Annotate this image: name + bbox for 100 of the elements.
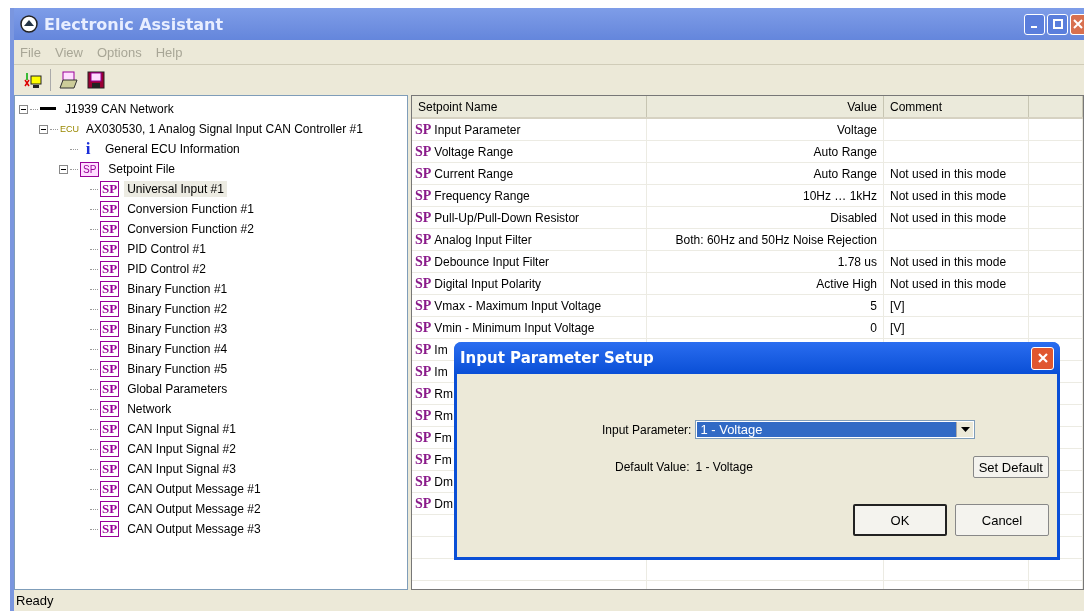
table-cell: Vmin - Minimum Input Voltage [434,320,595,335]
tree-item[interactable]: CAN Output Message #3 [124,521,264,537]
setpoint-icon: SP [100,501,120,517]
setpoint-icon: SP [415,121,432,138]
table-cell: 5 [870,298,877,313]
table-cell: Not used in this mode [890,166,1007,181]
save-disk-icon[interactable] [85,69,107,91]
setpoint-icon: SP [415,407,432,424]
field-label: Input Parameter: [602,422,692,437]
minimize-button[interactable] [1024,13,1045,35]
close-button[interactable] [1031,346,1054,370]
app-logo-icon [20,15,38,33]
input-parameter-dropdown[interactable]: 1 - Voltage [695,420,976,439]
table-cell: Fm [434,430,452,445]
window-title: Electronic Assistant [44,14,224,34]
setpoint-icon: SP [100,421,120,437]
table-cell: Dm [434,496,453,511]
table-cell: Not used in this mode [890,276,1007,291]
collapse-toggle[interactable] [39,124,48,134]
tree-item[interactable]: Binary Function #1 [124,281,231,297]
table-cell: Rm [434,386,453,401]
tree-item[interactable]: PID Control #1 [124,241,209,257]
setpoint-icon: SP [415,143,432,160]
close-icon[interactable] [1036,352,1049,364]
setpoint-file-icon: SP [80,161,100,177]
table-cell: Auto Range [813,166,877,181]
tree-item[interactable]: Setpoint File [105,161,179,177]
table-cell: Input Parameter [434,122,521,137]
cancel-button[interactable]: Cancel [955,504,1049,536]
setpoint-icon: SP [100,441,120,457]
setpoint-icon: SP [415,451,432,468]
setpoint-icon: SP [100,401,120,417]
tree-item[interactable]: CAN Input Signal #3 [124,461,239,477]
default-value-label: Default Value: [615,460,690,474]
close-button[interactable] [1070,13,1084,35]
setpoint-icon: SP [415,495,432,512]
table-cell: 10Hz … 1kHz [802,188,877,203]
column-header[interactable]: Setpoint Name [412,96,647,117]
close-icon[interactable] [1072,19,1083,29]
maximize-button[interactable] [1047,13,1068,35]
maximize-icon[interactable] [1052,19,1063,29]
table-cell: [V] [890,320,905,335]
setpoint-icon: SP [100,381,120,397]
set-default-button[interactable]: Set Default [972,456,1049,478]
collapse-toggle[interactable] [59,164,68,174]
tree-item[interactable]: AX030530, 1 Analog Signal Input CAN Controller #1 [83,121,366,137]
tree-item[interactable]: CAN Input Signal #1 [124,421,239,437]
setpoint-icon: SP [100,281,120,297]
tree-item[interactable]: Conversion Function #2 [124,221,257,237]
setpoint-icon: SP [415,473,432,490]
tree-item[interactable]: CAN Output Message #2 [124,501,264,517]
table-cell: [V] [890,298,905,313]
setpoint-icon: SP [415,253,432,270]
column-header[interactable]: Comment [884,96,1029,117]
tree-item[interactable]: Global Parameters [124,381,231,397]
tree-item[interactable]: Conversion Function #1 [124,201,257,217]
table-cell: Dm [434,474,453,489]
setpoint-icon: SP [415,341,432,358]
tree-item[interactable]: J1939 CAN Network [62,101,177,117]
setpoint-icon: SP [415,209,432,226]
collapse-toggle[interactable] [19,104,28,114]
table-cell: Both: 60Hz and 50Hz Noise Rejection [675,232,877,247]
table-cell: 1.78 us [837,254,877,269]
setpoint-icon: SP [415,187,432,204]
setpoint-icon: SP [100,181,120,197]
ecu-icon: ECU [60,124,79,134]
tree-item[interactable]: Binary Function #3 [124,321,231,337]
tree-item[interactable]: General ECU Information [102,141,243,157]
table-cell: Not used in this mode [890,254,1007,269]
column-header[interactable]: Value [647,96,884,117]
table-cell: Voltage [836,122,877,137]
tree-item[interactable]: CAN Input Signal #2 [124,441,239,457]
tree-item[interactable]: PID Control #2 [124,261,209,277]
setpoint-icon: SP [415,429,432,446]
tree-item[interactable]: Universal Input #1 [124,181,227,197]
tree-item[interactable]: Binary Function #2 [124,301,231,317]
setpoint-icon: SP [415,297,432,314]
setpoint-icon: SP [100,241,120,257]
setpoint-icon: SP [415,385,432,402]
table-cell: Active High [816,276,877,291]
table-cell: Im [434,342,448,357]
ok-button[interactable]: OK [853,504,947,536]
setpoint-icon: SP [415,363,432,380]
table-cell: Debounce Input Filter [434,254,550,269]
setpoint-icon: SP [100,301,120,317]
table-cell: Auto Range [813,144,877,159]
dialog-title: Input Parameter Setup [460,349,654,367]
default-value: 1 - Voltage [695,460,753,474]
table-cell: 0 [870,320,877,335]
table-cell: Not used in this mode [890,188,1007,203]
table-cell: Disabled [830,210,877,225]
setpoint-icon: SP [415,165,432,182]
tree-item[interactable]: Binary Function #5 [124,361,231,377]
table-cell: Rm [434,408,453,423]
open-folder-icon[interactable] [57,69,79,91]
setpoint-icon: SP [100,361,120,377]
tree-item[interactable]: CAN Output Message #1 [124,481,264,497]
setpoint-icon: SP [100,481,120,497]
tree-item[interactable]: Network [124,401,175,417]
tree-item[interactable]: Binary Function #4 [124,341,231,357]
